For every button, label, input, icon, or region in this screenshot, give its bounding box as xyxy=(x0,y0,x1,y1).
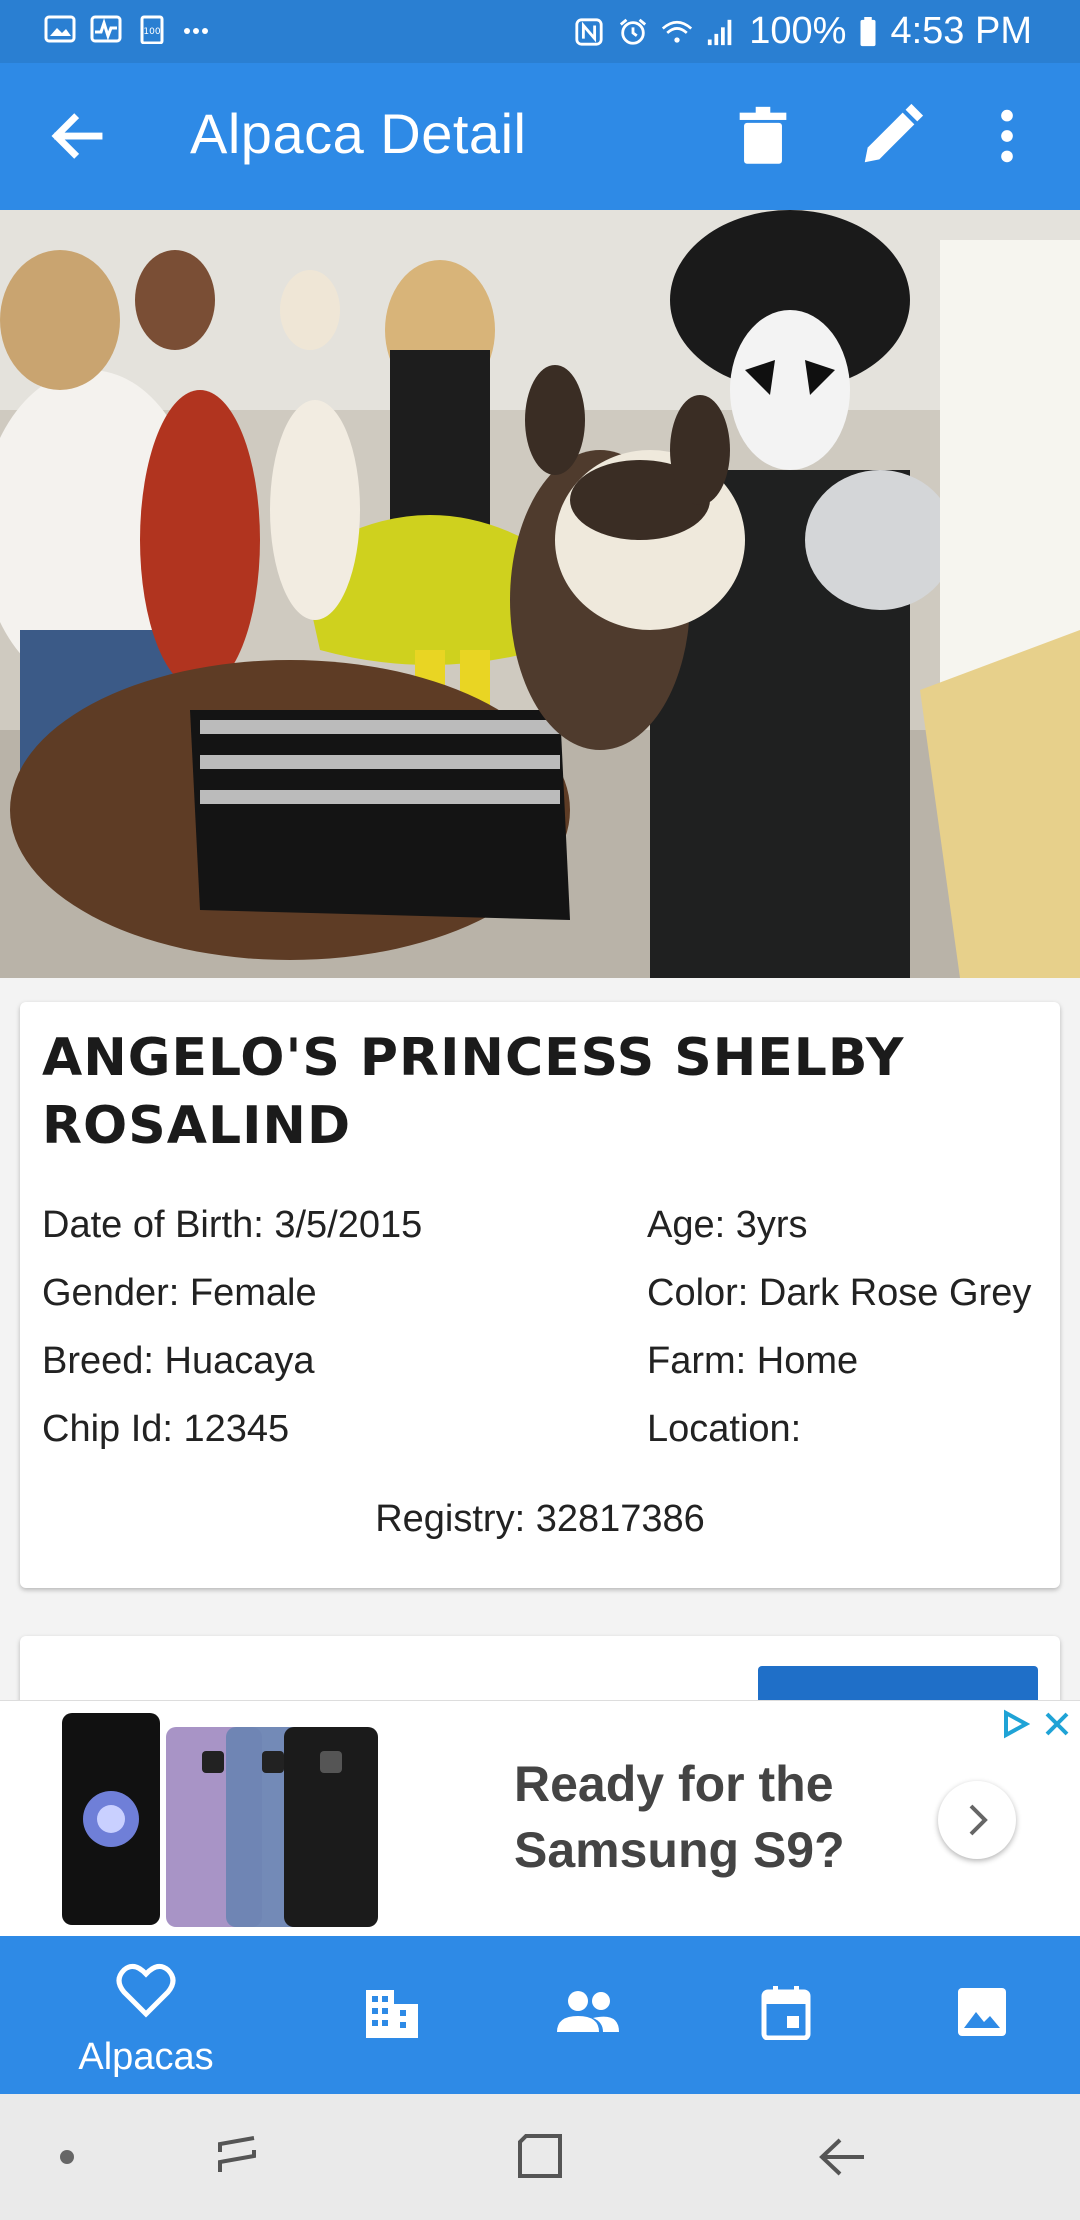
nav-people[interactable] xyxy=(490,1936,686,2094)
close-icon[interactable] xyxy=(1042,1709,1072,1739)
battery-percent: 100% xyxy=(749,10,847,52)
ad-next-button[interactable] xyxy=(938,1781,1016,1859)
clock: 4:53 PM xyxy=(890,10,1032,52)
chip-id-field: Chip Id: 12345 xyxy=(42,1408,290,1450)
age-field: Age: 3yrs xyxy=(647,1204,808,1246)
system-navigation-bar xyxy=(0,2094,1080,2220)
alpaca-name: ANGELO'S PRINCESS SHELBY ROSALIND xyxy=(42,1028,905,1156)
image-icon xyxy=(958,1988,1006,2036)
alarm-icon xyxy=(620,18,647,45)
signal-icon xyxy=(708,19,732,45)
gender-field: Gender: Female xyxy=(42,1272,317,1314)
battery-saver-icon: 100 xyxy=(140,15,164,44)
overflow-menu-icon[interactable] xyxy=(984,101,1030,171)
heart-icon xyxy=(116,1963,176,2018)
pencil-icon[interactable] xyxy=(856,101,926,171)
back-icon[interactable] xyxy=(818,2134,868,2180)
alpaca-photo xyxy=(0,210,1080,978)
battery-icon xyxy=(860,16,876,46)
nfc-icon xyxy=(575,17,603,46)
alpaca-info-card: ANGELO'S PRINCESS SHELBY ROSALIND Date o… xyxy=(20,1002,1060,1588)
recent-apps-icon[interactable] xyxy=(214,2132,260,2178)
home-icon[interactable] xyxy=(516,2132,564,2180)
app-bar: Alpaca Detail xyxy=(0,63,1080,210)
ad-headline[interactable]: Ready for the Samsung S9? xyxy=(514,1751,914,1883)
registry-field: Registry: 32817386 xyxy=(375,1498,705,1540)
ad-banner[interactable]: Ready for the Samsung S9? xyxy=(0,1700,1080,1936)
people-icon xyxy=(557,1991,619,2032)
location-field: Location: xyxy=(647,1408,802,1450)
nav-calendar[interactable] xyxy=(688,1936,884,2094)
back-arrow-icon[interactable] xyxy=(44,103,110,169)
farm-field: Farm: Home xyxy=(647,1340,859,1382)
wifi-icon xyxy=(662,20,693,43)
breed-field: Breed: Huacaya xyxy=(42,1340,315,1382)
dob-field: Date of Birth: 3/5/2015 xyxy=(42,1204,423,1246)
status-bar: 100 100% 4:53 PM xyxy=(0,0,1080,63)
more-dots-icon xyxy=(184,28,208,34)
building-icon xyxy=(366,1990,418,2038)
samsung-phones-image xyxy=(62,1713,378,1927)
gallery-icon xyxy=(44,15,76,43)
bottom-navigation: Alpacas xyxy=(0,1936,1080,2094)
activity-icon xyxy=(90,15,122,43)
svg-text:100: 100 xyxy=(143,27,160,37)
nav-alpacas[interactable]: Alpacas xyxy=(48,1936,244,2094)
color-field: Color: Dark Rose Grey xyxy=(647,1272,1032,1314)
ad-choices-icon[interactable] xyxy=(1000,1709,1030,1739)
dot-indicator-icon xyxy=(60,2150,74,2164)
trash-icon[interactable] xyxy=(728,101,798,171)
nav-farms[interactable] xyxy=(294,1936,490,2094)
status-left-icons: 100 xyxy=(44,14,214,44)
nav-alpacas-label: Alpacas xyxy=(78,2036,214,2078)
calendar-icon xyxy=(761,1986,811,2040)
page-title: Alpaca Detail xyxy=(190,102,527,165)
nav-gallery[interactable] xyxy=(884,1936,1080,2094)
status-right: 100% 4:53 PM xyxy=(573,10,1032,53)
chevron-right-icon xyxy=(969,1804,988,1836)
